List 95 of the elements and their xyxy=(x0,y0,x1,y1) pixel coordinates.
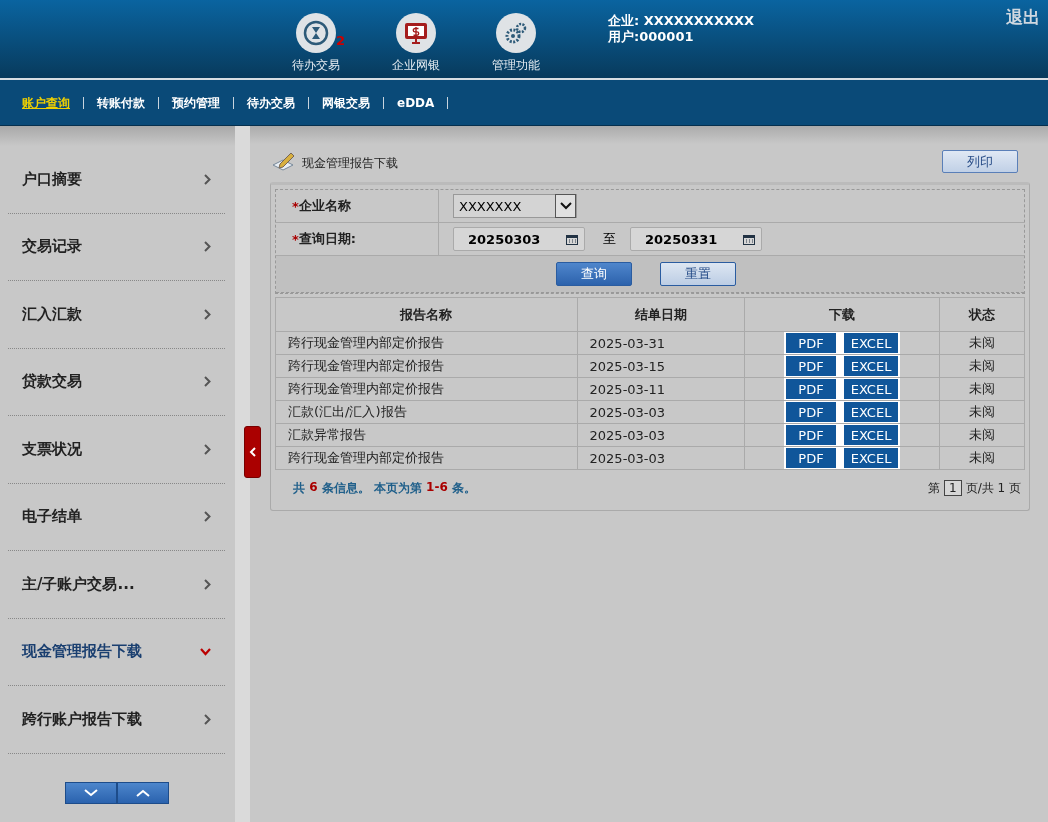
page-total: 页/共 1 页 xyxy=(965,479,1021,497)
download-button[interactable]: PDF xyxy=(786,448,837,468)
download-button[interactable]: EXCEL xyxy=(844,448,899,468)
table-cell: 跨行现金管理内部定价报告 xyxy=(275,354,578,378)
calendar-icon xyxy=(566,233,578,245)
download-button[interactable]: EXCEL xyxy=(844,333,899,353)
app-label: 企业网银 xyxy=(392,57,440,74)
table-cell: 未阅 xyxy=(939,423,1025,447)
chevron-right-icon xyxy=(204,713,211,725)
reset-button[interactable]: 重置 xyxy=(660,262,736,286)
download-button[interactable]: PDF xyxy=(786,333,837,353)
download-button[interactable]: PDF xyxy=(786,379,837,399)
table-cell: 跨行现金管理内部定价报告 xyxy=(275,446,578,470)
sidebar-item[interactable]: 主/子账户交易... xyxy=(8,551,225,619)
column-header: 下载 xyxy=(744,297,940,332)
nav-tab[interactable]: 网银交易 xyxy=(322,96,384,109)
table-cell: 2025-03-03 xyxy=(577,423,745,447)
date-label: *查询日期: xyxy=(276,223,439,255)
table-cell: 未阅 xyxy=(939,400,1025,424)
table-cell: 2025-03-31 xyxy=(577,331,745,355)
user-id: 用户:000001 xyxy=(608,29,695,45)
chevron-right-icon xyxy=(204,443,211,455)
collapse-sidebar-button[interactable] xyxy=(244,426,261,478)
nav-tab[interactable]: 转账付款 xyxy=(97,96,159,109)
chevron-right-icon xyxy=(204,308,211,320)
chevron-right-icon xyxy=(204,578,211,590)
company-label: *企业名称 xyxy=(276,190,439,222)
chevron-right-icon xyxy=(204,241,211,253)
scroll-up-button[interactable] xyxy=(116,781,169,804)
sidebar-item[interactable]: 贷款交易 xyxy=(8,348,225,416)
chevron-up-icon xyxy=(135,788,150,797)
company-select[interactable]: XXXXXXX xyxy=(453,194,577,218)
chevron-right-icon xyxy=(204,376,211,388)
date-to-field[interactable]: 20250331 xyxy=(630,227,762,251)
download-button[interactable]: PDF xyxy=(786,425,837,445)
download-button[interactable]: PDF xyxy=(786,402,837,422)
sidebar-item[interactable]: 交易记录 xyxy=(8,213,225,281)
column-header: 结单日期 xyxy=(577,297,745,332)
sidebar-item[interactable]: 现金管理报告下载 xyxy=(8,618,225,686)
download-button[interactable]: EXCEL xyxy=(844,356,899,376)
table-cell: 未阅 xyxy=(939,331,1025,355)
record-summary: 共 6 条信息。 本页为第 1-6 条。 xyxy=(293,479,476,497)
table-cell: 跨行现金管理内部定价报告 xyxy=(275,331,578,355)
table-cell: 未阅 xyxy=(939,446,1025,470)
sidebar-item[interactable]: 支票状况 xyxy=(8,416,225,484)
page-number-field[interactable]: 1 xyxy=(944,480,962,496)
chevron-down-icon xyxy=(83,788,98,797)
hourglass-icon xyxy=(302,19,330,47)
nav-tab[interactable]: 待办交易 xyxy=(247,96,309,109)
download-button[interactable]: PDF xyxy=(786,356,837,376)
chevron-right-icon xyxy=(204,173,211,185)
app-launcher-button[interactable] xyxy=(396,13,436,53)
table-cell: 未阅 xyxy=(939,354,1025,378)
download-button[interactable]: EXCEL xyxy=(844,379,899,399)
scroll-down-button[interactable] xyxy=(64,781,117,804)
download-button[interactable]: EXCEL xyxy=(844,425,899,445)
table-cell: 2025-03-03 xyxy=(577,400,745,424)
monitor-dollar-icon xyxy=(403,20,429,46)
nav-tab[interactable]: 预约管理 xyxy=(172,96,234,109)
table-cell: 2025-03-15 xyxy=(577,354,745,378)
date-from-field[interactable]: 20250303 xyxy=(453,227,585,251)
chevron-right-icon xyxy=(204,511,211,523)
calendar-icon xyxy=(743,233,755,245)
sidebar-item[interactable]: 跨行账户报告下载 xyxy=(8,686,225,754)
page-title: 现金管理报告下载 xyxy=(302,155,398,172)
company-name: 企业: XXXXXXXXXXX xyxy=(608,13,754,29)
table-cell: 跨行现金管理内部定价报告 xyxy=(275,377,578,401)
column-header: 报告名称 xyxy=(275,297,578,332)
chevron-left-icon xyxy=(249,447,256,457)
download-button[interactable]: EXCEL xyxy=(844,402,899,422)
count-label: 2 xyxy=(336,33,346,48)
column-header: 状态 xyxy=(939,297,1025,332)
table-cell: 未阅 xyxy=(939,377,1025,401)
print-button[interactable]: 列印 xyxy=(942,150,1018,173)
page-prefix: 第 xyxy=(928,479,941,497)
app-launcher-button[interactable] xyxy=(296,13,336,53)
date-separator: 至 xyxy=(603,230,616,248)
nav-tab[interactable]: eDDA xyxy=(397,96,449,109)
query-button[interactable]: 查询 xyxy=(556,262,632,286)
table-cell: 2025-03-03 xyxy=(577,446,745,470)
chevron-down-icon xyxy=(200,647,211,656)
app-label: 待办交易 xyxy=(292,57,340,74)
gears-icon xyxy=(503,20,529,46)
table-cell: 汇款(汇出/汇入)报告 xyxy=(275,400,578,424)
app-launcher-button[interactable] xyxy=(496,13,536,53)
app-label: 管理功能 xyxy=(492,57,540,74)
pencil-paper-icon xyxy=(272,150,296,172)
logout-link[interactable]: 退出 xyxy=(1006,6,1040,29)
table-cell: 2025-03-11 xyxy=(577,377,745,401)
nav-tab[interactable]: 账户查询 xyxy=(22,96,84,109)
table-cell: 汇款异常报告 xyxy=(275,423,578,447)
sidebar-item[interactable]: 户口摘要 xyxy=(8,146,225,214)
sidebar-item[interactable]: 电子结单 xyxy=(8,483,225,551)
caret-icon xyxy=(559,202,572,210)
sidebar-item[interactable]: 汇入汇款 xyxy=(8,281,225,349)
